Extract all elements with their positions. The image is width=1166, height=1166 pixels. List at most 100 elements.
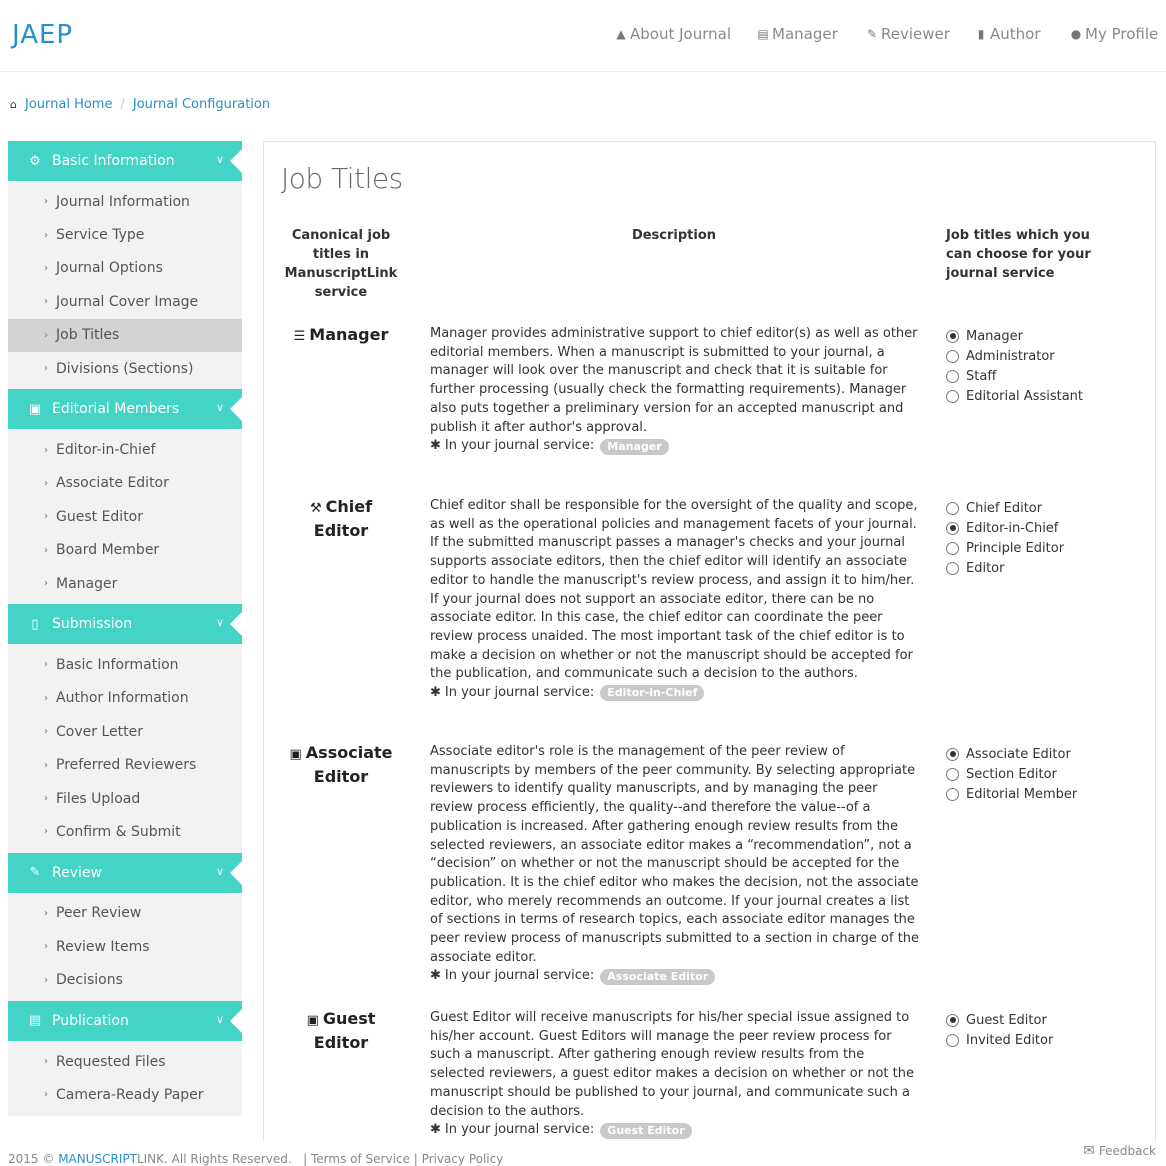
sidebar-item-files-upload[interactable]: › Files Upload (8, 782, 242, 815)
sidebar-section-editorial-members[interactable]: ▣ Editorial Members ∨ (8, 389, 242, 430)
job-title-option[interactable]: Section Editor (946, 764, 1077, 784)
radio-button[interactable] (946, 369, 959, 383)
nav-my-profile[interactable]: ● My Profile (1069, 25, 1158, 43)
sidebar-item-journal-cover-image[interactable]: › Journal Cover Image (8, 285, 242, 318)
sidebar-item-board-member[interactable]: › Board Member (8, 534, 242, 567)
radio-button[interactable] (946, 349, 959, 363)
job-title-option[interactable]: Editorial Assistant (946, 386, 1083, 406)
sidebar-item-peer-review[interactable]: › Peer Review (8, 897, 242, 930)
sidebar-section-publication[interactable]: ▤ Publication ∨ (8, 1000, 242, 1041)
nav-reviewer[interactable]: ✎ Reviewer (865, 25, 950, 43)
sidebar-section-review[interactable]: ✎ Review ∨ (8, 852, 242, 893)
sidebar-section-submission[interactable]: ▯ Submission ∨ (8, 604, 242, 645)
job-title-option[interactable]: Administrator (946, 346, 1083, 366)
sidebar-item-label: Basic Information (56, 656, 179, 673)
job-title-option[interactable]: Chief Editor (946, 498, 1064, 518)
job-title-option[interactable]: Manager (946, 326, 1083, 346)
sidebar-item-associate-editor[interactable]: › Associate Editor (8, 467, 242, 500)
radio-button[interactable] (946, 767, 959, 781)
radio-label: Principle Editor (966, 540, 1065, 556)
breadcrumb-current-link[interactable]: Journal Configuration (133, 97, 270, 112)
sidebar-item-cover-letter[interactable]: › Cover Letter (8, 715, 242, 748)
briefcase-icon: ▣ (289, 747, 302, 762)
selected-title-badge: Guest Editor (600, 1122, 692, 1139)
service-line: ✱ In your journal service: Manager (430, 437, 920, 456)
breadcrumb-home-link[interactable]: Journal Home (25, 97, 112, 112)
sidebar-item-preferred-reviewers[interactable]: › Preferred Reviewers (8, 748, 242, 781)
sidebar-item-label: Divisions (Sections) (56, 360, 194, 377)
sidebar-section-label: Publication (52, 1012, 129, 1029)
selected-title-badge: Associate Editor (600, 968, 716, 985)
nav-reviewer-label: Reviewer (881, 25, 950, 43)
sidebar-item-decisions[interactable]: › Decisions (8, 963, 242, 996)
job-title-label: Guest Editor (313, 1009, 376, 1052)
sidebar-item-camera-ready-paper[interactable]: › Camera-Ready Paper (8, 1078, 242, 1111)
chevron-right-icon: › (44, 907, 48, 919)
sidebar-item-label: Review Items (56, 938, 150, 955)
job-title-option[interactable]: Editor-in-Chief (946, 518, 1064, 538)
sidebar-section-label: Basic Information (52, 153, 175, 169)
job-description-text: Chief editor shall be responsible for th… (430, 498, 918, 682)
selected-title-badge: Editor-in-Chief (600, 685, 705, 702)
sidebar-item-job-titles[interactable]: › Job Titles (8, 318, 242, 352)
radio-button[interactable] (946, 787, 959, 801)
sidebar-item-requested-files[interactable]: › Requested Files (8, 1045, 242, 1078)
radio-button[interactable] (946, 389, 959, 403)
sidebar-item-divisions-sections[interactable]: › Divisions (Sections) (8, 352, 242, 385)
job-title-option[interactable]: Guest Editor (946, 1010, 1053, 1030)
nav-manager[interactable]: ▤ Manager (756, 25, 837, 43)
sidebar-section-items: › Requested Files › Camera-Ready Paper (8, 1040, 242, 1116)
radio-button[interactable] (946, 747, 959, 761)
radio-label: Manager (966, 328, 1023, 344)
sidebar-item-label: Author Information (56, 690, 189, 707)
sidebar-item-journal-options[interactable]: › Journal Options (8, 252, 242, 285)
job-title-option[interactable]: Invited Editor (946, 1030, 1053, 1050)
service-line: ✱ In your journal service: Guest Editor (430, 1121, 920, 1140)
footer-terms-link[interactable]: Terms of Service (311, 1152, 410, 1166)
sidebar-item-editor-in-chief[interactable]: › Editor-in-Chief (8, 433, 242, 466)
chevron-right-icon: › (44, 477, 48, 489)
footer-brand-link[interactable]: MANUSCRIPTLINK (58, 1152, 164, 1166)
job-title-option[interactable]: Associate Editor (946, 744, 1077, 764)
sidebar-item-journal-information[interactable]: › Journal Information (8, 185, 242, 218)
config-sidebar: ⚙ Basic Information ∨ › Journal Information ›… (8, 141, 242, 1116)
sidebar-item-review-items[interactable]: › Review Items (8, 930, 242, 963)
sidebar-item-author-information[interactable]: › Author Information (8, 682, 242, 715)
nav-about-journal[interactable]: ▲ About Journal (614, 25, 731, 43)
job-title-option[interactable]: Principle Editor (946, 538, 1064, 558)
file-icon: ▯ (31, 616, 39, 632)
sidebar-item-basic-information[interactable]: › Basic Information (8, 648, 242, 681)
sidebar-item-manager[interactable]: › Manager (8, 567, 242, 600)
sidebar-item-service-type[interactable]: › Service Type (8, 218, 242, 251)
job-title-option[interactable]: Staff (946, 366, 1083, 386)
footer-privacy-link[interactable]: Privacy Policy (422, 1152, 504, 1166)
radio-button[interactable] (946, 541, 959, 555)
job-titles-panel: Job Titles Canonical job titles in Manus… (263, 141, 1156, 1141)
brand-logo[interactable]: JAEP (12, 20, 73, 50)
nav-author[interactable]: ▮ Author (974, 25, 1041, 43)
sidebar-item-confirm-submit[interactable]: › Confirm & Submit (8, 815, 242, 848)
gavel-icon: ⚒ (309, 501, 322, 516)
chevron-right-icon: › (44, 444, 48, 456)
asterisk-icon: ✱ (430, 438, 441, 454)
chevron-down-icon: ∨ (215, 864, 224, 878)
radio-label: Chief Editor (966, 500, 1043, 516)
sidebar-item-guest-editor[interactable]: › Guest Editor (8, 500, 242, 533)
chevron-right-icon: › (44, 793, 48, 805)
job-description-chief-editor: Chief editor shall be responsible for th… (430, 497, 920, 703)
radio-button[interactable] (946, 501, 959, 515)
radio-button[interactable] (946, 521, 959, 535)
feedback-button[interactable]: ✉ Feedback (1083, 1143, 1156, 1159)
job-title-option[interactable]: Editorial Member (946, 784, 1077, 804)
chevron-right-icon: › (44, 329, 48, 341)
sidebar-item-label: Service Type (56, 227, 145, 244)
sidebar-item-label: Camera-Ready Paper (56, 1086, 204, 1103)
radio-button[interactable] (946, 1033, 959, 1047)
job-title-option[interactable]: Editor (946, 558, 1064, 578)
radio-button[interactable] (946, 329, 959, 343)
footer: 2015 © MANUSCRIPTLINK. All Rights Reserv… (8, 1152, 504, 1166)
radio-button[interactable] (946, 561, 959, 575)
chevron-right-icon: › (44, 941, 48, 953)
sidebar-section-basic-information[interactable]: ⚙ Basic Information ∨ (8, 141, 242, 181)
radio-button[interactable] (946, 1013, 959, 1027)
